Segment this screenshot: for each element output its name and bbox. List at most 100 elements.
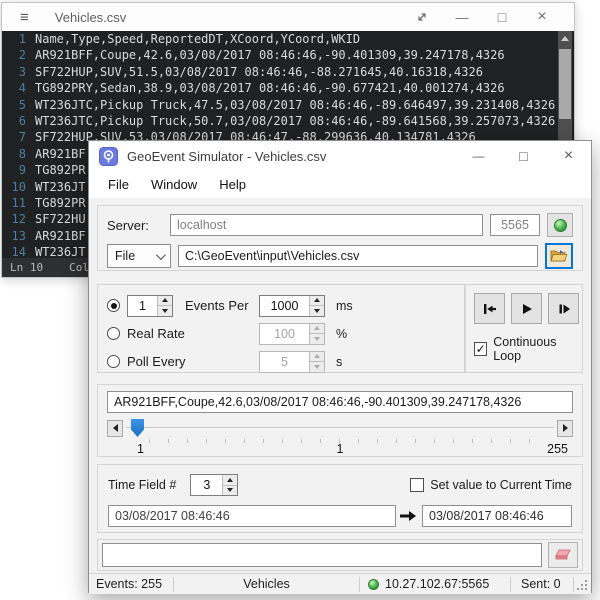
slider-current-label: 1 (337, 442, 344, 456)
editor-titlebar: ≡ Vehicles.csv — □ × (2, 3, 574, 31)
column-indicator: Col (69, 261, 89, 274)
slider-track[interactable] (126, 419, 554, 437)
poll-every-radio[interactable] (107, 355, 120, 368)
line-text: WT236JTC,Pickup Truck,47.5,03/08/2017 08… (35, 97, 555, 113)
time-to-field[interactable]: 03/08/2017 08:46:46 (422, 505, 572, 527)
step-button[interactable] (548, 293, 579, 324)
slider-right-button[interactable] (557, 420, 573, 437)
scrollbar-thumb[interactable] (559, 49, 571, 119)
geoevent-app-icon (99, 147, 118, 166)
line-number: 2 (2, 47, 26, 63)
set-current-time-option[interactable]: Set value to Current Time (410, 478, 572, 492)
current-record-field[interactable]: AR921BFF,Coupe,42.6,03/08/2017 08:46:46,… (107, 391, 573, 413)
editor-line[interactable]: 3 SF722HUP,SUV,51.5,03/08/2017 08:46:46,-… (2, 64, 574, 80)
time-from-field[interactable]: 03/08/2017 08:46:46 (108, 505, 396, 527)
editor-line[interactable]: 2AR921BFF,Coupe,42.6,03/08/2017 08:46:46… (2, 47, 574, 63)
interval-spinner[interactable]: 1000 (259, 295, 325, 317)
editor-line[interactable]: 5 WT236JTC,Pickup Truck,47.5,03/08/2017 0… (2, 97, 574, 113)
slider-left-button[interactable] (107, 420, 123, 437)
menu-help[interactable]: Help (208, 171, 257, 198)
editor-line[interactable]: 4 TG892PRY,Sedan,38.9,03/08/2017 08:46:46… (2, 80, 574, 96)
poll-every-label[interactable]: Poll Every (127, 354, 186, 369)
scrollbar-up-icon[interactable] (558, 31, 572, 46)
set-current-time-label: Set value to Current Time (430, 478, 572, 492)
menu-file[interactable]: File (97, 171, 140, 198)
poll-unit-label: s (329, 355, 456, 369)
line-text: WT236JT (35, 244, 86, 258)
slider-max-label: 255 (547, 442, 568, 456)
events-per-radio[interactable] (107, 299, 120, 312)
continuous-loop-checkbox[interactable]: ✓ (474, 342, 487, 356)
line-number: 3 (2, 64, 26, 80)
expand-icon[interactable] (402, 4, 442, 30)
spin-up-icon[interactable] (310, 296, 324, 306)
spin-down-icon (310, 361, 324, 372)
set-current-time-checkbox[interactable] (410, 478, 424, 492)
line-text: TG892PRY,Sedan,38.9,03/08/2017 08:46:46,… (35, 80, 505, 96)
skip-to-start-button[interactable] (474, 293, 505, 324)
right-arrow-icon (563, 424, 568, 432)
connect-button[interactable] (547, 213, 573, 237)
real-rate-value: 100 (260, 324, 309, 344)
close-button[interactable]: × (522, 4, 562, 30)
time-field-value: 3 (191, 475, 222, 495)
file-path-input[interactable]: C:\GeoEvent\input\Vehicles.csv (178, 245, 538, 267)
rate-group: 1 Events Per 1000 ms Real Rate 100 % Pol… (97, 284, 465, 373)
minimize-button[interactable]: — (442, 4, 482, 30)
spin-down-icon[interactable] (158, 305, 172, 316)
maximize-button[interactable]: □ (482, 4, 522, 30)
menu-window[interactable]: Window (140, 171, 208, 198)
simulator-content: Server: localhost 5565 File C:\GeoEvent\… (89, 198, 591, 594)
server-host-input[interactable]: localhost (170, 214, 483, 236)
real-rate-radio[interactable] (107, 327, 120, 340)
continuous-loop-option[interactable]: ✓ Continuous Loop (474, 335, 582, 363)
hamburger-menu-icon[interactable]: ≡ (20, 9, 29, 26)
line-number: 12 (2, 211, 26, 227)
events-per-label: Events Per (185, 298, 249, 313)
play-button[interactable] (511, 293, 542, 324)
events-count-spinner[interactable]: 1 (127, 295, 173, 317)
clear-button[interactable] (548, 542, 578, 568)
transport-group: ✓ Continuous Loop (465, 284, 583, 373)
minimize-button[interactable]: — (456, 141, 501, 171)
message-output-field[interactable] (102, 543, 542, 567)
open-file-button[interactable] (545, 243, 573, 269)
line-text: AR921BF (35, 146, 86, 162)
close-button[interactable]: × (546, 141, 591, 171)
editor-line[interactable]: 1Name,Type,Speed,ReportedDT,XCoord,YCoor… (2, 31, 574, 47)
spin-down-icon[interactable] (223, 485, 237, 496)
spin-up-icon[interactable] (158, 296, 172, 306)
real-rate-label[interactable]: Real Rate (127, 326, 185, 341)
simulator-window-title: GeoEvent Simulator - Vehicles.csv (127, 149, 326, 164)
line-text: WT236JTC,Pickup Truck,50.7,03/08/2017 08… (35, 113, 555, 129)
editor-line[interactable]: 6WT236JTC,Pickup Truck,50.7,03/08/2017 0… (2, 113, 574, 129)
line-number: 14 (2, 244, 26, 258)
maximize-button[interactable]: □ (501, 141, 546, 171)
line-indicator: Ln 10 (10, 261, 43, 274)
line-text: SF722HUP,SUV,51.5,03/08/2017 08:46:46,-8… (35, 64, 483, 80)
line-text: SF722HU (35, 211, 86, 227)
play-icon (519, 301, 535, 317)
line-number: 8 (2, 146, 26, 162)
line-number: 9 (2, 162, 26, 178)
left-arrow-icon (113, 424, 118, 432)
menubar: FileWindowHelp (89, 171, 591, 198)
time-field-spinner[interactable]: 3 (190, 474, 238, 496)
source-type-dropdown[interactable]: File (107, 244, 171, 268)
sent-count-status: Sent: 0 (511, 577, 573, 591)
simulator-statusbar: Events: 255 Vehicles 10.27.102.67:5565 S… (89, 573, 591, 594)
editor-window-title: Vehicles.csv (55, 10, 127, 25)
slider-thumb[interactable] (131, 419, 144, 437)
spin-up-icon[interactable] (223, 475, 237, 485)
skip-to-start-icon (482, 301, 498, 317)
server-port-input[interactable]: 5565 (490, 214, 540, 236)
line-number: 4 (2, 80, 26, 96)
line-number: 5 (2, 97, 26, 113)
resize-grip-icon[interactable] (574, 574, 591, 594)
simulator-titlebar: GeoEvent Simulator - Vehicles.csv — □ × (89, 141, 591, 171)
server-address-text: 10.27.102.67:5565 (385, 577, 489, 591)
spin-down-icon[interactable] (310, 305, 324, 316)
spin-up-icon (310, 324, 324, 334)
line-text: TG892PR (35, 162, 86, 178)
feed-name-status: Vehicles (174, 577, 359, 591)
